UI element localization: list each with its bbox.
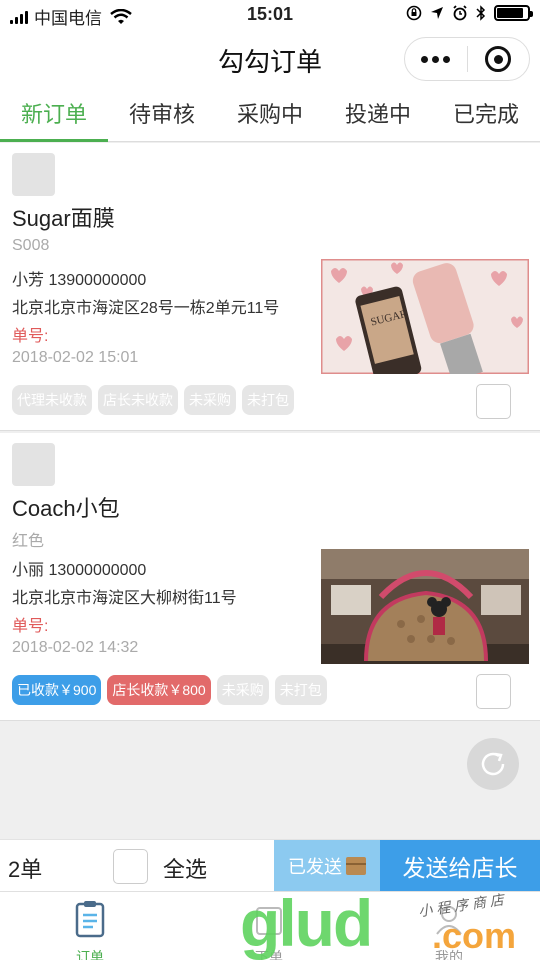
- profile-icon: [436, 906, 462, 935]
- order-list-icon: [75, 901, 105, 938]
- sent-label: 已发送: [288, 857, 342, 877]
- place-order-icon: [256, 907, 282, 935]
- status-badge: 未采购: [216, 675, 269, 705]
- tab-delivering[interactable]: 投递中: [324, 88, 432, 141]
- tabbar-item-mine[interactable]: 我的: [389, 892, 509, 960]
- order-checkbox[interactable]: [476, 384, 511, 419]
- status-badges: 已收款￥900 店长收款￥800 未采购 未打包: [12, 675, 327, 705]
- order-checkbox[interactable]: [476, 674, 511, 709]
- status-badge: 未采购: [184, 385, 236, 415]
- status-badge: 未打包: [274, 675, 327, 705]
- package-icon: [346, 857, 366, 875]
- refresh-button[interactable]: [467, 738, 519, 790]
- status-badge: 已收款￥900: [12, 675, 102, 705]
- tabbar-item-place-order[interactable]: 下单: [209, 892, 329, 960]
- close-icon[interactable]: [468, 46, 530, 72]
- status-badge: 店长收款￥800: [107, 675, 211, 705]
- refresh-icon: [481, 752, 505, 776]
- bottom-tab-bar: 订单 下单 我的: [0, 891, 540, 960]
- mini-program-capsule: [404, 37, 530, 81]
- product-image: [321, 549, 529, 664]
- order-time: 2018-02-02 15:01: [12, 349, 139, 366]
- status-badge: 未打包: [242, 385, 294, 415]
- select-all-label[interactable]: 全选: [163, 852, 207, 884]
- customer-contact: 小丽 13000000000: [12, 562, 147, 579]
- more-icon[interactable]: [405, 55, 467, 63]
- alarm-icon: [453, 5, 467, 21]
- product-spec: 红色: [12, 533, 45, 550]
- customer-address: 北京北京市海淀区大柳树街11号: [12, 590, 237, 607]
- nav-bar: 勾勾订单: [0, 30, 540, 88]
- customer-address: 北京北京市海淀区28号一栋2单元11号: [12, 300, 280, 317]
- order-card[interactable]: Sugar面膜 S008 小芳 13900000000 北京北京市海淀区28号一…: [0, 143, 540, 431]
- product-title: Coach小包: [12, 496, 120, 521]
- order-number-label: 单号:: [12, 618, 49, 635]
- product-image: SUGAR: [321, 259, 529, 374]
- tabbar-label: 下单: [255, 949, 283, 960]
- order-card[interactable]: Coach小包 红色 小丽 13000000000 北京北京市海淀区大柳树街11…: [0, 433, 540, 721]
- tabbar-item-orders[interactable]: 订单: [30, 892, 150, 960]
- order-number-label: 单号:: [12, 328, 49, 345]
- tab-purchasing[interactable]: 采购中: [216, 88, 324, 141]
- tabbar-label: 订单: [76, 949, 104, 960]
- status-badge: 店长未收款: [98, 385, 178, 415]
- battery-icon: [494, 5, 533, 21]
- order-count: 2单: [8, 857, 43, 882]
- tab-completed[interactable]: 已完成: [432, 88, 540, 141]
- tab-pending-review[interactable]: 待审核: [108, 88, 216, 141]
- customer-contact: 小芳 13900000000: [12, 272, 147, 289]
- tab-new-orders[interactable]: 新订单: [0, 88, 108, 142]
- product-title: Sugar面膜: [12, 206, 115, 231]
- status-bar: 中国电信 15:01: [0, 0, 540, 30]
- status-badge: 代理未收款: [12, 385, 92, 415]
- avatar: [12, 153, 55, 196]
- avatar: [12, 443, 55, 486]
- product-spec: S008: [12, 237, 50, 254]
- order-time: 2018-02-02 14:32: [12, 639, 139, 656]
- tabbar-label: 我的: [435, 949, 463, 960]
- sent-button[interactable]: 已发送: [274, 840, 380, 892]
- bluetooth-icon: [476, 5, 486, 21]
- location-icon: [431, 7, 443, 19]
- order-status-tabs: 新订单 待审核 采购中 投递中 已完成: [0, 88, 540, 142]
- select-all-checkbox[interactable]: [113, 849, 148, 884]
- status-right: [406, 5, 533, 21]
- send-to-manager-button[interactable]: 发送给店长: [380, 840, 540, 892]
- status-badges: 代理未收款 店长未收款 未采购 未打包: [12, 385, 294, 415]
- orientation-lock-icon: [406, 5, 422, 21]
- bulk-action-bar: 2单 全选 已发送 发送给店长: [0, 839, 540, 892]
